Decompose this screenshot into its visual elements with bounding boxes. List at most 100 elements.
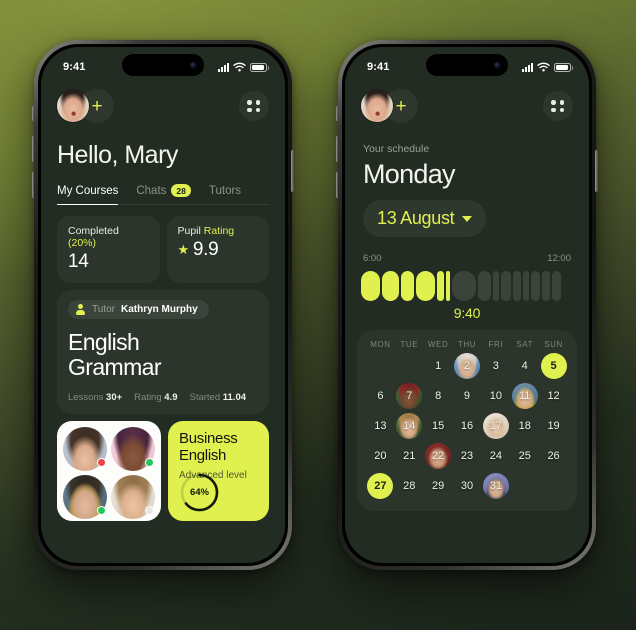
- volume-down-button[interactable]: [32, 172, 34, 198]
- mute-switch[interactable]: [32, 106, 34, 121]
- course-title-line1: English: [68, 329, 140, 356]
- calendar-day-cell[interactable]: 2: [453, 353, 482, 379]
- volume-down-button-right[interactable]: [336, 172, 338, 198]
- calendar-weekday-header: MON TUE WED THU FRI SAT SUN: [366, 340, 568, 349]
- calendar-day-cell[interactable]: 31: [481, 473, 510, 499]
- meta-rating: Rating 4.9: [134, 392, 177, 403]
- status-indicator-dot: [145, 458, 154, 468]
- timeline-slot[interactable]: [452, 271, 476, 301]
- tab-tutors[interactable]: Tutors: [209, 185, 241, 197]
- timeline-slot[interactable]: [401, 271, 414, 301]
- timeline-start-label: 6:00: [363, 253, 382, 264]
- stat-completed-title: Completed: [68, 225, 119, 238]
- header-right: +: [361, 87, 573, 125]
- calendar-day-cell[interactable]: 9: [453, 383, 482, 409]
- calendar-day-cell[interactable]: 30: [453, 473, 482, 499]
- calendar-day-cell[interactable]: 28: [395, 473, 424, 499]
- calendar-day-cell[interactable]: 16: [453, 413, 482, 439]
- timeline-slot[interactable]: [531, 271, 540, 301]
- timeline-slot[interactable]: [513, 271, 521, 301]
- calendar-day-cell[interactable]: 13: [366, 413, 395, 439]
- calendar-day-cell[interactable]: 19: [539, 413, 568, 439]
- calendar-day-cell[interactable]: 3: [481, 353, 510, 379]
- stat-rating-value-row: ★ 9.9: [178, 239, 259, 261]
- battery-icon-right: [554, 62, 573, 72]
- timeline-slot[interactable]: [361, 271, 380, 301]
- timeline-slot[interactable]: [446, 271, 450, 301]
- calendar-day-cell[interactable]: 24: [481, 443, 510, 469]
- timeline-slot[interactable]: [523, 271, 529, 301]
- person-icon: [75, 304, 86, 315]
- mute-switch-right[interactable]: [336, 106, 338, 121]
- course-card[interactable]: Tutor Kathryn Murphy English Grammar Les…: [57, 290, 269, 415]
- calendar-day-number: 13: [374, 420, 387, 432]
- tabs: My Courses Chats 28 Tutors: [57, 184, 269, 206]
- calendar-day-number: 27: [374, 480, 387, 492]
- grid-menu-icon[interactable]: [239, 91, 269, 121]
- calendar-day-cell[interactable]: 10: [481, 383, 510, 409]
- grid-menu-icon-right[interactable]: [543, 91, 573, 121]
- timeline-slot[interactable]: [501, 271, 511, 301]
- student-avatar[interactable]: [111, 427, 155, 471]
- calendar-day-cell[interactable]: 15: [424, 413, 453, 439]
- status-icons: [218, 62, 269, 72]
- calendar-day-cell[interactable]: 6: [366, 383, 395, 409]
- timeline-slot[interactable]: [416, 271, 435, 301]
- tab-my-courses-label: My Courses: [57, 184, 119, 197]
- timeline-slot[interactable]: [493, 271, 499, 301]
- battery-icon: [250, 62, 269, 72]
- tutor-pill[interactable]: Tutor Kathryn Murphy: [68, 300, 209, 320]
- meta-lessons-label: Lessons: [68, 392, 104, 404]
- calendar-day-cell[interactable]: 7: [395, 383, 424, 409]
- timeline-slot[interactable]: [382, 271, 399, 301]
- calendar-day-cell[interactable]: 17: [481, 413, 510, 439]
- status-indicator-dot: [97, 506, 106, 516]
- calendar-day-cell[interactable]: 14: [395, 413, 424, 439]
- calendar-day-cell[interactable]: 5: [539, 353, 568, 379]
- calendar-day-cell[interactable]: 29: [424, 473, 453, 499]
- business-english-card[interactable]: Business English Advanced level 64%: [168, 421, 269, 522]
- calendar-day-cell[interactable]: 8: [424, 383, 453, 409]
- stat-card-completed[interactable]: Completed (20%) 14: [57, 216, 160, 284]
- calendar-week-row: 27 28 29 30 31: [366, 473, 568, 499]
- power-button-right[interactable]: [595, 150, 598, 192]
- calendar-day-cell[interactable]: 26: [539, 443, 568, 469]
- avatar[interactable]: [57, 90, 89, 122]
- timeline-slot[interactable]: [437, 271, 444, 301]
- calendar-day-cell[interactable]: 18: [510, 413, 539, 439]
- calendar-day-cell[interactable]: 20: [366, 443, 395, 469]
- volume-up-button[interactable]: [32, 136, 34, 162]
- students-card[interactable]: [57, 421, 161, 522]
- volume-up-button-right[interactable]: [336, 136, 338, 162]
- calendar-day-cell[interactable]: 12: [539, 383, 568, 409]
- timeline-bars[interactable]: [361, 271, 573, 301]
- calendar-day-cell[interactable]: 22: [424, 443, 453, 469]
- calendar-day-cell[interactable]: 27: [366, 473, 395, 499]
- calendar-day-number: 16: [460, 420, 474, 432]
- calendar-day-cell[interactable]: 21: [395, 443, 424, 469]
- date-picker-button[interactable]: 13 August: [363, 200, 487, 237]
- meta-rating-label: Rating: [134, 392, 162, 404]
- timeline-slot[interactable]: [552, 271, 561, 301]
- dynamic-island-right: [426, 54, 508, 76]
- student-avatar[interactable]: [63, 475, 107, 519]
- stat-card-rating[interactable]: Pupil Rating ★ 9.9: [166, 216, 269, 284]
- student-avatar[interactable]: [63, 427, 107, 471]
- student-avatar[interactable]: [111, 475, 155, 519]
- tab-chats[interactable]: Chats 28: [136, 184, 191, 198]
- timeline-slot[interactable]: [542, 271, 550, 301]
- timeline-slot[interactable]: [478, 271, 491, 301]
- calendar-day-cell[interactable]: 1: [424, 353, 453, 379]
- date-picker-label: 13 August: [377, 208, 455, 228]
- tab-my-courses[interactable]: My Courses: [57, 185, 118, 197]
- calendar-week-row: 13 14 15 16 17 18 19: [366, 413, 568, 439]
- calendar-day-cell[interactable]: 25: [510, 443, 539, 469]
- calendar-day-cell[interactable]: 4: [510, 353, 539, 379]
- calendar-week-row: 20 21 22 23 24 25 26: [366, 443, 568, 469]
- avatar-right[interactable]: [361, 90, 393, 122]
- calendar-day-cell[interactable]: 23: [453, 443, 482, 469]
- calendar-day-cell[interactable]: 11: [510, 383, 539, 409]
- calendar-grid: 1 2 3 4 5 6 7 8 9 10 11 12 13 14 15 16 17 18 19 20 21 22 23 24 2…: [366, 353, 568, 499]
- timeline-labels: 6:00 12:00: [363, 253, 571, 264]
- power-button[interactable]: [291, 150, 294, 192]
